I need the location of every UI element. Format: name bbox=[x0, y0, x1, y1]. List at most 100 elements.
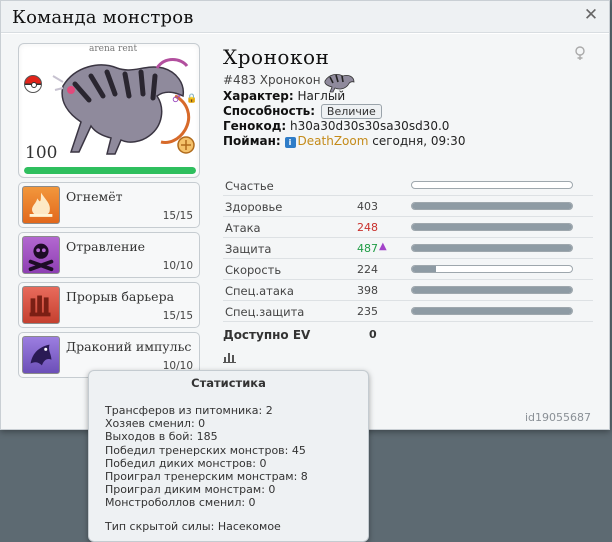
nature-line: Характер: Наглый bbox=[223, 89, 593, 104]
stat-row: Спец.защита 235 bbox=[223, 301, 593, 322]
stat-row: Защита 487 ▲ bbox=[223, 238, 593, 259]
stat-bar bbox=[411, 202, 573, 210]
tooltip-line: Монстроболлов сменил: 0 bbox=[105, 496, 256, 510]
tooltip-line: Проиграл диким монстрам: 0 bbox=[105, 483, 276, 497]
happiness-bar bbox=[411, 181, 573, 189]
ev-row: Доступно EV 0 bbox=[223, 328, 423, 342]
stat-value: 398 bbox=[357, 284, 378, 297]
tooltip-title: Статистика bbox=[191, 376, 266, 390]
close-icon[interactable]: ✕ bbox=[581, 5, 601, 25]
stat-label: Скорость bbox=[225, 263, 282, 277]
stat-row: Атака 248 bbox=[223, 217, 593, 238]
stat-value: 487 bbox=[357, 242, 378, 255]
caught-line: Пойман: i DeathZoom сегодня, 09:30 bbox=[223, 134, 593, 149]
hp-bar bbox=[24, 167, 196, 174]
window-titlebar: Команда монстров ✕ bbox=[1, 1, 609, 33]
stat-value: 248 bbox=[357, 221, 378, 234]
monster-name: Хронокон bbox=[223, 45, 330, 69]
stat-bar-fill bbox=[412, 245, 572, 251]
move-name: Огнемёт bbox=[66, 189, 123, 204]
arena-label: arena rent bbox=[89, 44, 138, 54]
fighting-type-icon bbox=[22, 286, 60, 324]
gender-settings-icon[interactable] bbox=[573, 45, 587, 61]
move-pp: 10/10 bbox=[162, 260, 193, 272]
move-name: Прорыв барьера bbox=[66, 289, 175, 304]
hidden-power-line: Тип скрытой силы: Насекомое bbox=[105, 520, 281, 533]
monster-info: Хронокон #483 Хронокон Характер: Наглый … bbox=[223, 45, 593, 149]
stat-bar bbox=[411, 286, 573, 294]
stat-bar bbox=[411, 223, 573, 231]
move-pp: 15/15 bbox=[162, 310, 193, 322]
move-pp: 15/15 bbox=[162, 210, 193, 222]
stat-label: Защита bbox=[225, 242, 272, 256]
bar-chart-icon[interactable] bbox=[223, 351, 237, 363]
stat-bar-fill bbox=[412, 224, 572, 230]
stat-bar bbox=[411, 307, 573, 315]
stat-boost-arrow-icon: ▲ bbox=[379, 241, 387, 252]
stat-bar-fill bbox=[412, 266, 436, 272]
stats-table: Счастье Здоровье 403 Атака 248 Защита 48… bbox=[223, 175, 593, 322]
stat-row: Спец.атака 398 bbox=[223, 280, 593, 301]
gender-male-icon: ♂ bbox=[172, 94, 181, 105]
genocode-label: Генокод: bbox=[223, 119, 287, 133]
poison-type-icon bbox=[22, 236, 60, 274]
monster-number: #483 Хронокон bbox=[223, 73, 321, 87]
genocode-line: Генокод: h30a30d30s30sa30sd30.0 bbox=[223, 119, 593, 134]
monster-portrait[interactable]: arena rent ♂ 🔒 100 bbox=[18, 43, 200, 178]
move-name: Драконий импульс bbox=[66, 339, 192, 354]
statistics-tooltip: Статистика Трансферов из питомника: 2 Хо… bbox=[88, 370, 369, 542]
nature-label: Характер: bbox=[223, 89, 294, 103]
stat-bar-fill bbox=[412, 203, 572, 209]
move-slot-2[interactable]: Отравление 10/10 bbox=[18, 232, 200, 278]
ev-value: 0 bbox=[369, 328, 377, 341]
monsterball-icon bbox=[24, 75, 42, 93]
monster-sprite bbox=[52, 58, 191, 155]
stat-bar-fill bbox=[412, 308, 572, 314]
held-item-icon[interactable] bbox=[176, 135, 196, 155]
move-slot-1[interactable]: Огнемёт 15/15 bbox=[18, 182, 200, 228]
stat-label: Спец.атака bbox=[225, 284, 294, 298]
stat-label: Атака bbox=[225, 221, 261, 235]
stat-label: Здоровье bbox=[225, 200, 283, 214]
stat-value: 403 bbox=[357, 200, 378, 213]
monster-number-row: #483 Хронокон bbox=[223, 73, 593, 93]
stat-label: Счастье bbox=[225, 179, 274, 193]
stat-row-happiness: Счастье bbox=[223, 175, 593, 196]
tooltip-lines: Трансферов из питомника: 2 Хозяев сменил… bbox=[105, 404, 308, 510]
tooltip-line: Трансферов из питомника: 2 bbox=[105, 404, 273, 417]
ability-label: Способность: bbox=[223, 104, 316, 118]
monster-team-window: Команда монстров ✕ arena rent ♂ 🔒 100 Ог… bbox=[0, 0, 610, 430]
left-column: arena rent ♂ 🔒 100 Огнемёт 15/15 Отравле… bbox=[18, 43, 201, 378]
tooltip-line: Выходов в бой: 185 bbox=[105, 430, 218, 444]
caught-time: сегодня, 09:30 bbox=[372, 134, 466, 148]
ev-label: Доступно EV bbox=[223, 328, 311, 342]
genocode-value: h30a30d30s30sa30sd30.0 bbox=[290, 119, 450, 133]
tooltip-line: Победил тренерских монстров: 45 bbox=[105, 443, 306, 457]
lock-icon[interactable]: 🔒 bbox=[186, 94, 197, 104]
stat-row: Скорость 224 bbox=[223, 259, 593, 280]
move-name: Отравление bbox=[66, 239, 146, 254]
dragon-type-icon bbox=[22, 336, 60, 374]
stat-row: Здоровье 403 bbox=[223, 196, 593, 217]
mini-sprite-icon bbox=[324, 74, 355, 93]
stat-label: Спец.защита bbox=[225, 305, 305, 319]
stat-bar bbox=[411, 244, 573, 252]
move-slot-3[interactable]: Прорыв барьера 15/15 bbox=[18, 282, 200, 328]
stat-bar-fill bbox=[412, 287, 572, 293]
stat-value: 224 bbox=[357, 263, 378, 276]
hp-bar-fill bbox=[24, 167, 196, 174]
tooltip-line: Проиграл тренерским монстрам: 8 bbox=[105, 470, 308, 484]
ability-badge[interactable]: Величие bbox=[320, 104, 382, 119]
level-value: 100 bbox=[25, 143, 58, 163]
stat-value: 235 bbox=[357, 305, 378, 318]
window-title: Команда монстров bbox=[12, 7, 194, 28]
trainer-link[interactable]: DeathZoom bbox=[298, 134, 369, 148]
fire-type-icon bbox=[22, 186, 60, 224]
tooltip-line: Хозяев сменил: 0 bbox=[105, 417, 206, 431]
trainer-info-icon[interactable]: i bbox=[284, 137, 296, 148]
stat-bar bbox=[411, 265, 573, 273]
ability-line: Способность: Величие bbox=[223, 104, 593, 119]
monster-id: id19055687 bbox=[524, 411, 591, 424]
tooltip-line: Победил диких монстров: 0 bbox=[105, 456, 267, 470]
caught-label: Пойман: bbox=[223, 134, 281, 148]
